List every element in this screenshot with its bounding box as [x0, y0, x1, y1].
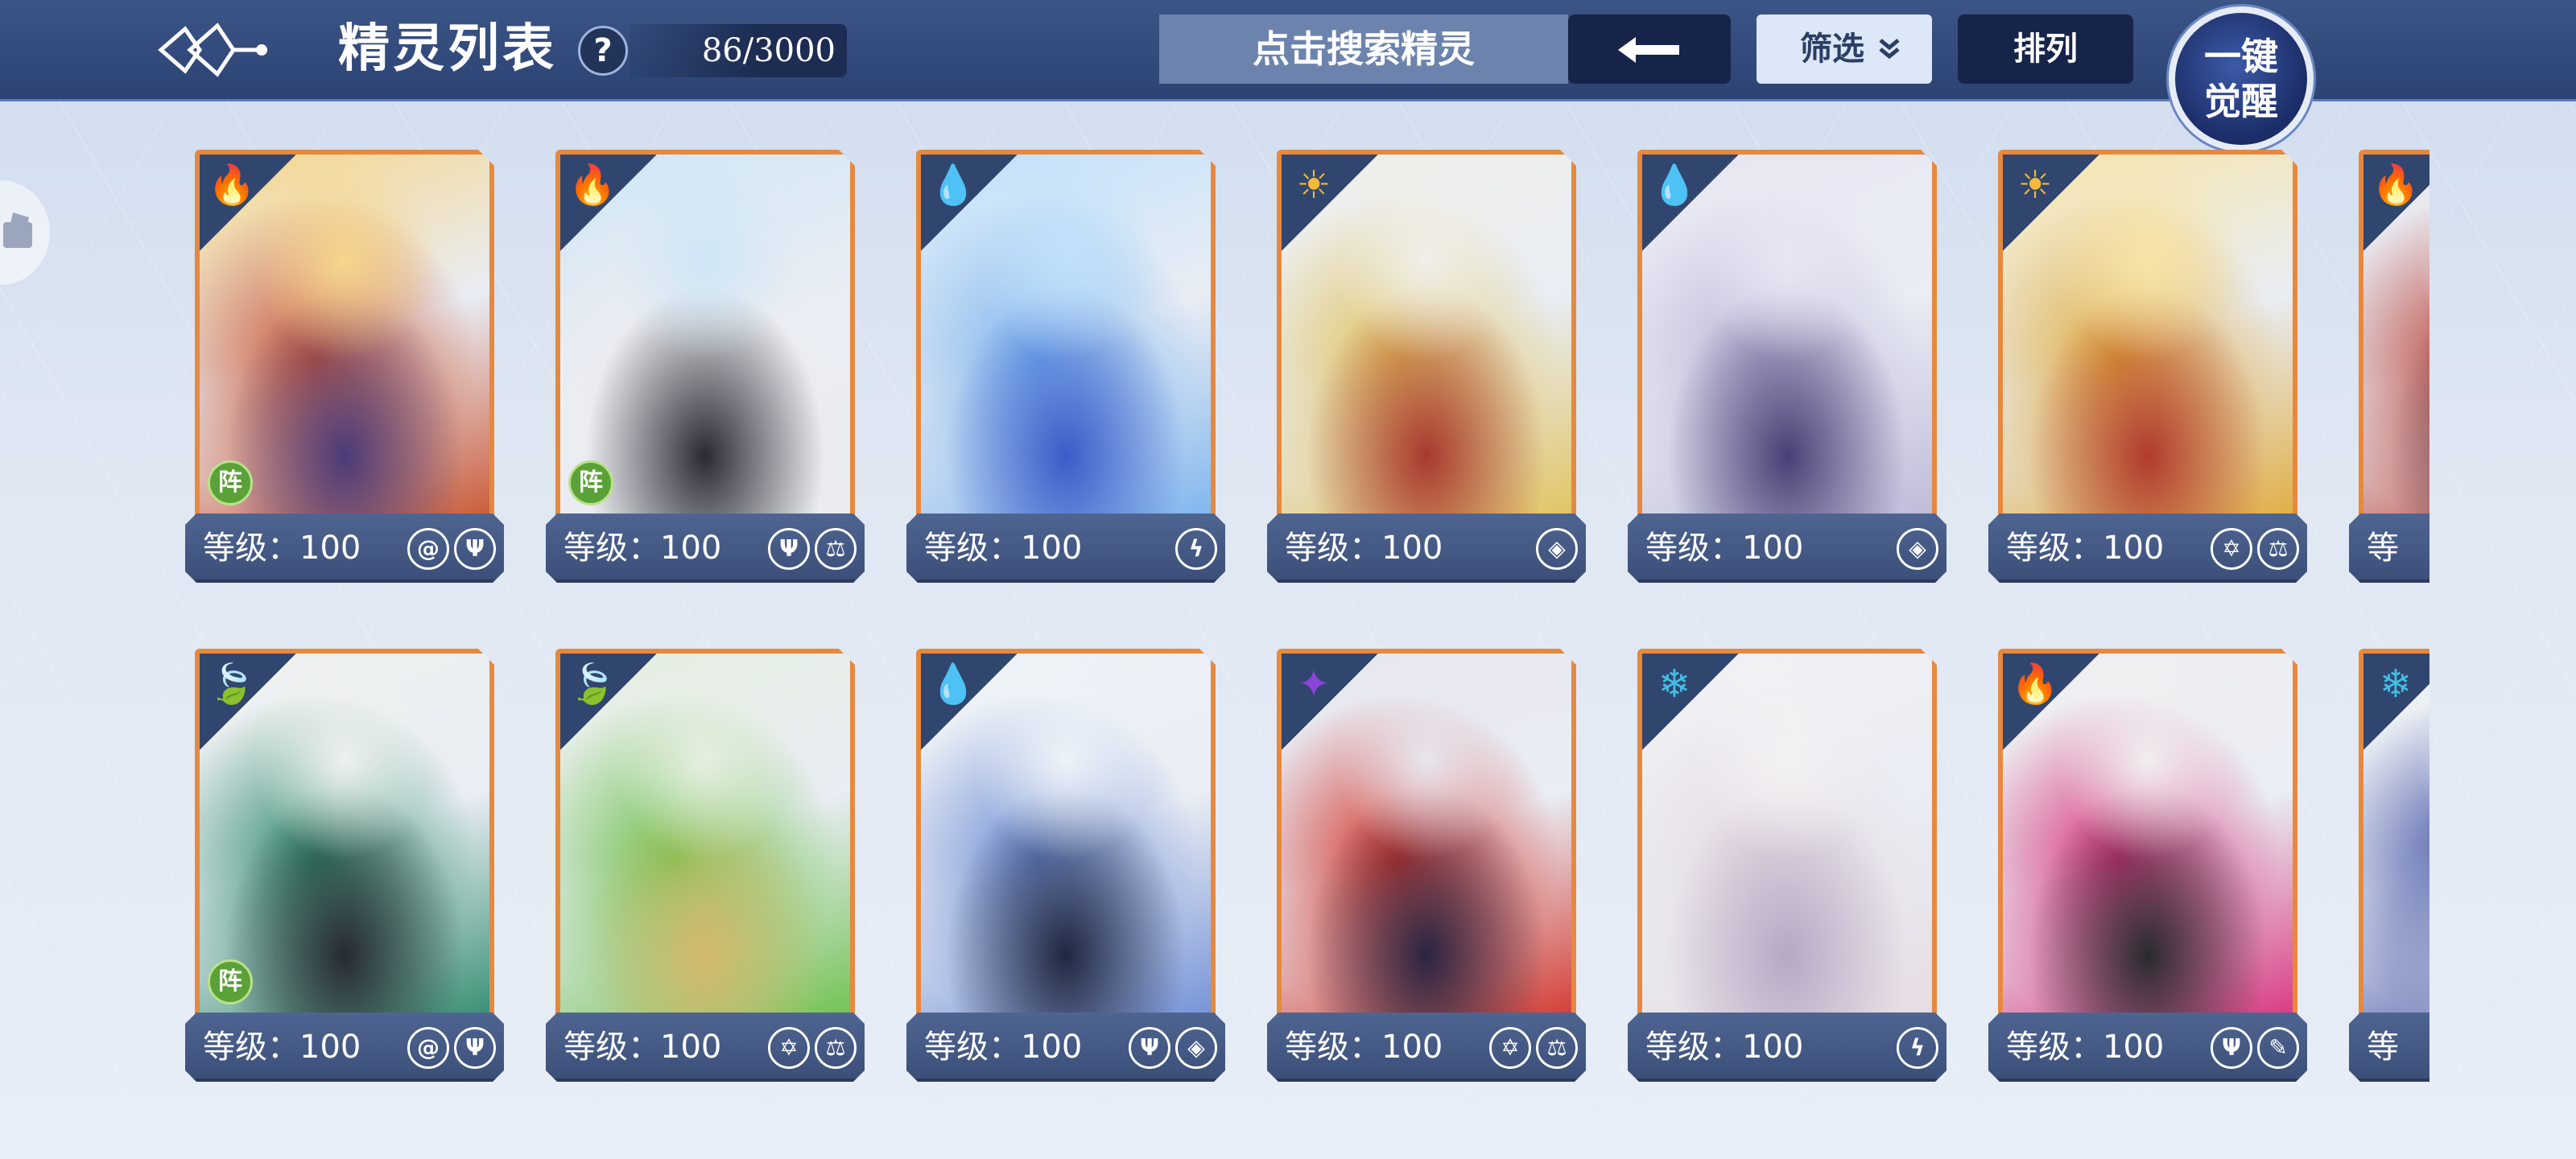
triple-blade-trait-icon: Ψ: [454, 1027, 496, 1069]
trident-trait-icon: Ψ: [1129, 1027, 1170, 1069]
level-label: 等级：: [2367, 530, 2429, 600]
level-label: 等级：100: [203, 1029, 361, 1066]
grass-element-icon: 🍃: [568, 662, 617, 707]
spirit-portrait-frame: 🍃: [555, 649, 855, 1035]
spirit-portrait-frame: ☀: [1998, 150, 2297, 536]
spirit-portrait-frame: 🔥 阵: [555, 150, 855, 536]
spirit-portrait-frame: ✦: [1277, 649, 1576, 1035]
spirit-portrait-frame: 💧: [1637, 150, 1937, 536]
level-label: 等级：100: [1645, 530, 1804, 567]
level-label: 等级：100: [924, 530, 1083, 567]
spirit-card[interactable]: 🔥 阵等级：100 Ψ ⚖: [546, 150, 865, 600]
shield-trait-icon: ◈: [1175, 1027, 1217, 1069]
spirit-card[interactable]: ☀ 等级：100 ✡ ⚖: [1988, 150, 2307, 600]
shield-trait-icon: ◈: [1897, 528, 1938, 570]
spirit-portrait-frame: ❄: [1637, 649, 1937, 1035]
star-cross-trait-icon: ✡: [1489, 1027, 1531, 1069]
fire-element-icon: 🔥: [208, 163, 256, 208]
star-cross-trait-icon: ✡: [768, 1027, 810, 1069]
level-label: 等级：100: [564, 1029, 722, 1066]
scales-trait-icon: ⚖: [815, 528, 857, 570]
level-label: 等级：100: [1645, 1029, 1804, 1066]
spirit-portrait-frame: 💧: [916, 150, 1216, 536]
light-element-icon: ☀: [2017, 163, 2053, 208]
level-label: 等级：100: [203, 530, 361, 567]
spirit-portrait-frame: 🍃 阵: [195, 649, 494, 1035]
ice-element-icon: ❄: [1657, 662, 1691, 707]
swirl-trait-icon: @: [407, 528, 449, 570]
level-label: 等级：100: [924, 1029, 1083, 1066]
book-trait-icon: ✎: [2257, 1027, 2299, 1069]
spirit-card[interactable]: ❄ 等级：100 ϟ: [1628, 649, 1946, 1099]
fire-element-icon: 🔥: [568, 163, 617, 208]
spirit-card[interactable]: 🍃 等级：100 ✡ ⚖: [546, 649, 865, 1099]
scales-trait-icon: ⚖: [2257, 528, 2299, 570]
trident-ornate-trait-icon: Ψ: [2211, 1027, 2252, 1069]
level-label: 等级：100: [1285, 1029, 1443, 1066]
spirit-card[interactable]: 💧 等级：100 Ψ ◈: [906, 649, 1225, 1099]
ice-element-icon: ❄: [2379, 662, 2413, 707]
grass-element-icon: 🍃: [208, 662, 256, 707]
spirit-card[interactable]: ✦ 等级：100 ✡ ⚖: [1267, 649, 1586, 1099]
swirl-trait-icon: @: [407, 1027, 449, 1069]
formation-badge: 阵: [208, 959, 253, 1004]
fire-element-icon: 🔥: [2011, 662, 2059, 707]
spirit-portrait-frame: 🔥 阵: [195, 150, 494, 536]
demon-element-icon: ✦: [1297, 662, 1331, 707]
level-label: 等级：100: [2006, 530, 2165, 567]
level-label: 等级：100: [1285, 530, 1443, 567]
spirit-card[interactable]: ❄ 等级：: [2349, 649, 2429, 1099]
spirit-card[interactable]: 🔥 等级：100 Ψ ✎: [1988, 649, 2307, 1099]
scales-trait-icon: ⚖: [815, 1027, 857, 1069]
scales-trait-icon: ⚖: [1536, 1027, 1578, 1069]
formation-badge: 阵: [568, 460, 613, 505]
light-element-icon: ☀: [1296, 163, 1331, 208]
spirit-portrait-frame: 💧: [916, 649, 1216, 1035]
spirit-portrait-frame: ☀: [1277, 150, 1576, 536]
lightning-trait-icon: ϟ: [1175, 528, 1217, 570]
water-element-icon: 💧: [1650, 163, 1699, 208]
formation-badge: 阵: [208, 460, 253, 505]
spirit-portrait-frame: 🔥: [1998, 649, 2297, 1035]
lightning-trait-icon: ϟ: [1897, 1027, 1938, 1069]
level-label: 等级：100: [2006, 1029, 2165, 1066]
fire-element-icon: 🔥: [2372, 163, 2420, 208]
spirit-card[interactable]: 🍃 阵等级：100 @ Ψ: [185, 649, 504, 1099]
spirit-card[interactable]: 🔥 等级：: [2349, 150, 2429, 600]
spirit-portrait-frame: ❄: [2359, 649, 2429, 1035]
spirit-portrait-frame: 🔥: [2359, 150, 2429, 536]
shield-trait-icon: ◈: [1536, 528, 1578, 570]
triple-blade-trait-icon: Ψ: [454, 528, 496, 570]
water-element-icon: 💧: [929, 662, 977, 707]
spirit-card[interactable]: 💧 等级：100 ϟ: [906, 150, 1225, 600]
spirit-card[interactable]: ☀ 等级：100 ◈: [1267, 150, 1586, 600]
water-element-icon: 💧: [929, 163, 977, 208]
spirit-card[interactable]: 🔥 阵等级：100 @ Ψ: [185, 150, 504, 600]
spirit-grid: 🔥 阵等级：100 @ Ψ 🔥 阵等级：100 Ψ ⚖ 💧 等级：100 ϟ ☀ 等级：100 ◈ 💧 等级：…: [0, 0, 2576, 1159]
level-label: 等级：: [2367, 1029, 2429, 1099]
level-label: 等级：100: [564, 530, 722, 567]
spirit-card[interactable]: 💧 等级：100 ◈: [1628, 150, 1946, 600]
star-cross-trait-icon: ✡: [2211, 528, 2252, 570]
trident-trait-icon: Ψ: [768, 528, 810, 570]
